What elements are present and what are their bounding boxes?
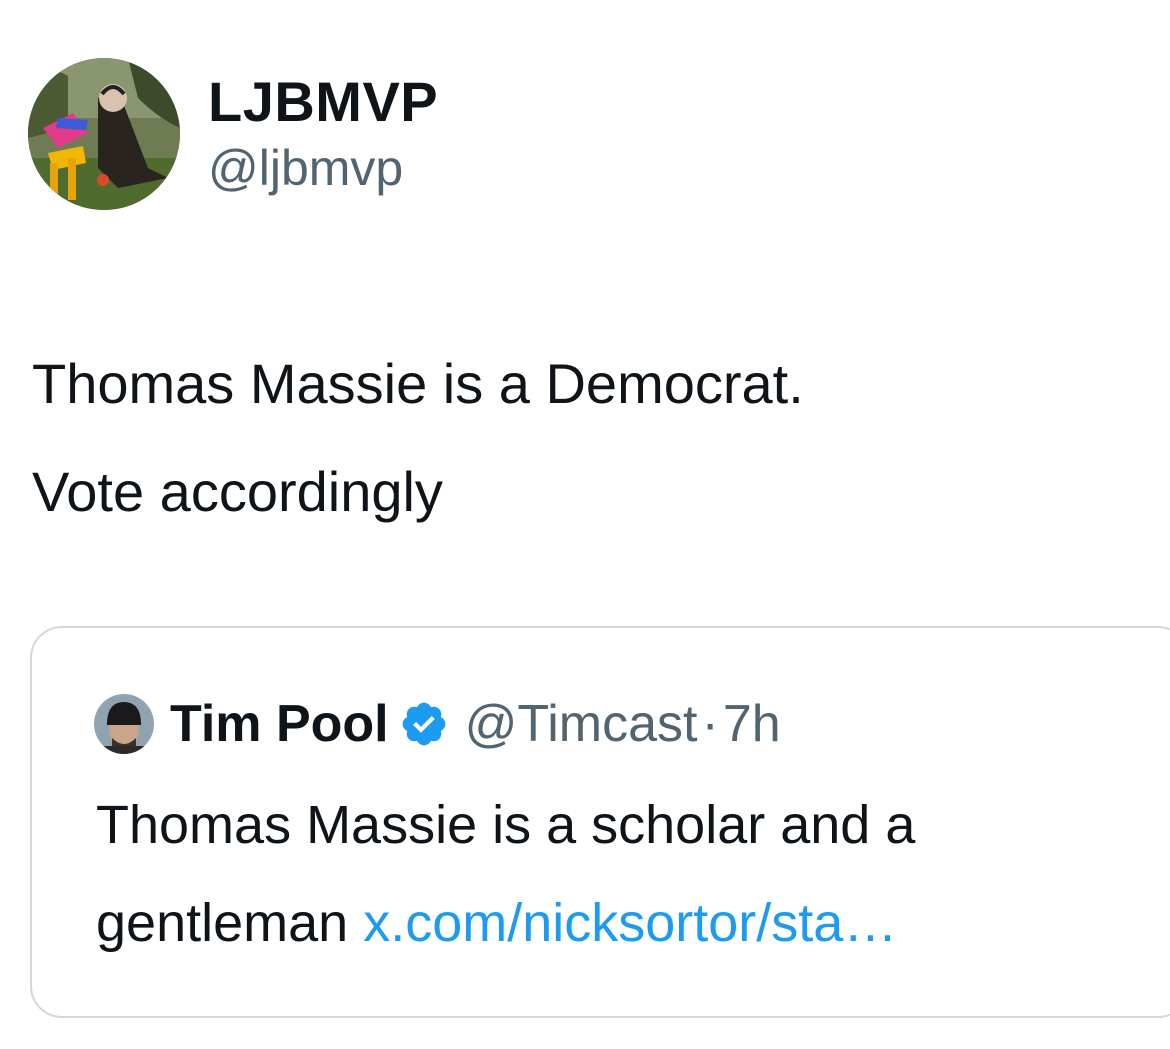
quoted-author-display-name[interactable]: Tim Pool xyxy=(170,694,389,754)
tweet-text-line: Vote accordingly xyxy=(32,460,443,523)
quoted-tweet-timestamp[interactable]: 7h xyxy=(723,694,781,754)
quoted-tweet-card[interactable]: Tim Pool @Timcast · 7h Thomas Massie is … xyxy=(30,626,1170,1018)
author-display-name[interactable]: LJBMVP xyxy=(208,68,438,136)
quoted-tweet-text: Thomas Massie is a scholar and a gentlem… xyxy=(96,776,1170,972)
tweet-author: LJBMVP @ljbmvp xyxy=(28,56,438,212)
quoted-author-avatar[interactable] xyxy=(94,694,154,754)
quoted-author-avatar-image xyxy=(94,694,154,754)
quoted-tweet-text-line: Thomas Massie is a scholar and a xyxy=(96,795,916,855)
tweet-text-line: Thomas Massie is a Democrat. xyxy=(32,352,804,415)
author-avatar-image xyxy=(28,58,180,210)
quoted-tweet-link[interactable]: x.com/nicksortor/sta… xyxy=(363,893,897,953)
separator-dot: · xyxy=(701,695,719,753)
quoted-tweet-text-line-with-link: gentleman x.com/nicksortor/sta… xyxy=(96,874,1170,972)
verified-badge-icon xyxy=(399,699,449,749)
author-avatar[interactable] xyxy=(28,58,180,210)
tweet-text: Thomas Massie is a Democrat. Vote accord… xyxy=(32,330,1142,546)
author-names: LJBMVP @ljbmvp xyxy=(208,68,438,200)
quoted-tweet-text-prefix: gentleman xyxy=(96,893,349,953)
quoted-tweet-header: Tim Pool @Timcast · 7h xyxy=(94,690,781,758)
author-handle[interactable]: @ljbmvp xyxy=(208,136,438,200)
quoted-author-handle[interactable]: @Timcast xyxy=(465,694,698,754)
